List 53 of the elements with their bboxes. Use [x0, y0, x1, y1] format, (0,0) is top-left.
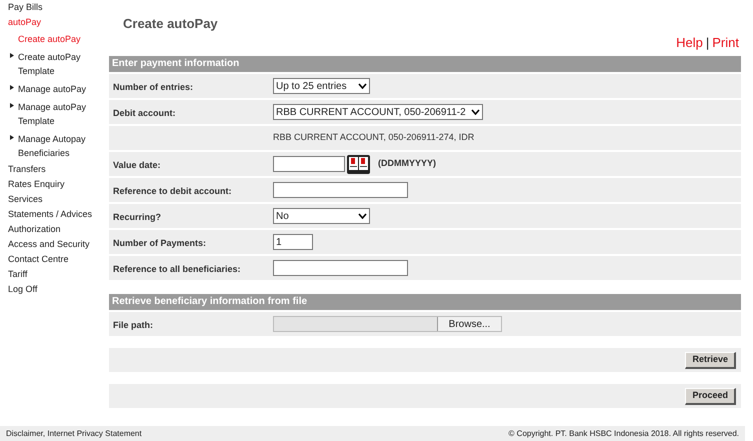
link[interactable]: Help: [676, 32, 703, 52]
dropdown[interactable]: No: [273, 208, 370, 224]
submenu-item[interactable]: Manage autoPay Template: [18, 100, 104, 128]
bullet-icon: [10, 103, 14, 108]
action-button[interactable]: Retrieve: [685, 352, 736, 368]
dropdown[interactable]: RBB CURRENT ACCOUNT, 050-206911-2: [273, 104, 483, 120]
link[interactable]: Print: [712, 32, 739, 52]
calendar-icon[interactable]: [347, 154, 370, 174]
bullet-icon: [10, 85, 14, 90]
chevron-down-icon: [358, 213, 367, 219]
field-label: Recurring?: [113, 212, 162, 222]
field-label: Debit account:: [113, 108, 176, 118]
sidebar-item[interactable]: Transfers: [0, 162, 109, 177]
sidebar-item[interactable]: Log Off: [0, 282, 109, 297]
chevron-down-icon: [358, 83, 367, 89]
date-format-hint: (DDMMYYYY): [378, 157, 436, 170]
field-label: File path:: [113, 320, 153, 330]
bullet-icon: [10, 135, 14, 140]
text-field[interactable]: [273, 260, 408, 276]
sidebar-item[interactable]: autoPay: [0, 15, 109, 30]
page-title: Create autoPay: [122, 15, 219, 33]
chevron-down-icon: [471, 109, 480, 115]
action-button[interactable]: Proceed: [685, 388, 736, 404]
sidebar-item[interactable]: Access and Security: [0, 237, 109, 252]
bullet-icon: [10, 53, 14, 58]
sidebar-item[interactable]: Services: [0, 192, 109, 207]
field-label: Reference to debit account:: [113, 186, 232, 196]
number-field[interactable]: 1: [273, 234, 313, 250]
dropdown[interactable]: Up to 25 entries: [273, 78, 370, 94]
field-label: Number of entries:: [113, 82, 194, 92]
submenu-item[interactable]: Create autoPay: [18, 32, 104, 46]
account-info: RBB CURRENT ACCOUNT, 050-206911-274, IDR: [273, 131, 474, 144]
date-field[interactable]: [273, 156, 345, 172]
field-label: Number of Payments:: [113, 238, 206, 248]
footer-link[interactable]: Disclaimer, Internet Privacy Statement: [6, 428, 142, 440]
submenu-item[interactable]: Manage Autopay Beneficiaries: [18, 132, 104, 160]
sidebar-item[interactable]: Statements / Advices: [0, 207, 109, 222]
file-path-field[interactable]: Browse...: [273, 316, 502, 332]
submenu-item[interactable]: Manage autoPay: [18, 82, 104, 96]
sidebar-item[interactable]: Rates Enquiry: [0, 177, 109, 192]
text-field[interactable]: [273, 182, 408, 198]
submenu-item[interactable]: Create autoPay Template: [18, 50, 104, 78]
field-label: Reference to all beneficiaries:: [113, 264, 241, 274]
sidebar-item[interactable]: Pay Bills: [0, 0, 109, 15]
sidebar-item[interactable]: Contact Centre: [0, 252, 109, 267]
section-header: Enter payment information: [109, 56, 741, 72]
separator: |: [706, 34, 710, 52]
sidebar-item[interactable]: Tariff: [0, 267, 109, 282]
field-label: Value date:: [113, 160, 161, 170]
section-header: Retrieve beneficiary information from file: [109, 294, 741, 310]
sidebar-item[interactable]: Authorization: [0, 222, 109, 237]
copyright-text: © Copyright. PT. Bank HSBC Indonesia 2018. All rights reserved.: [508, 428, 739, 440]
browse-button[interactable]: Browse...: [437, 317, 501, 331]
